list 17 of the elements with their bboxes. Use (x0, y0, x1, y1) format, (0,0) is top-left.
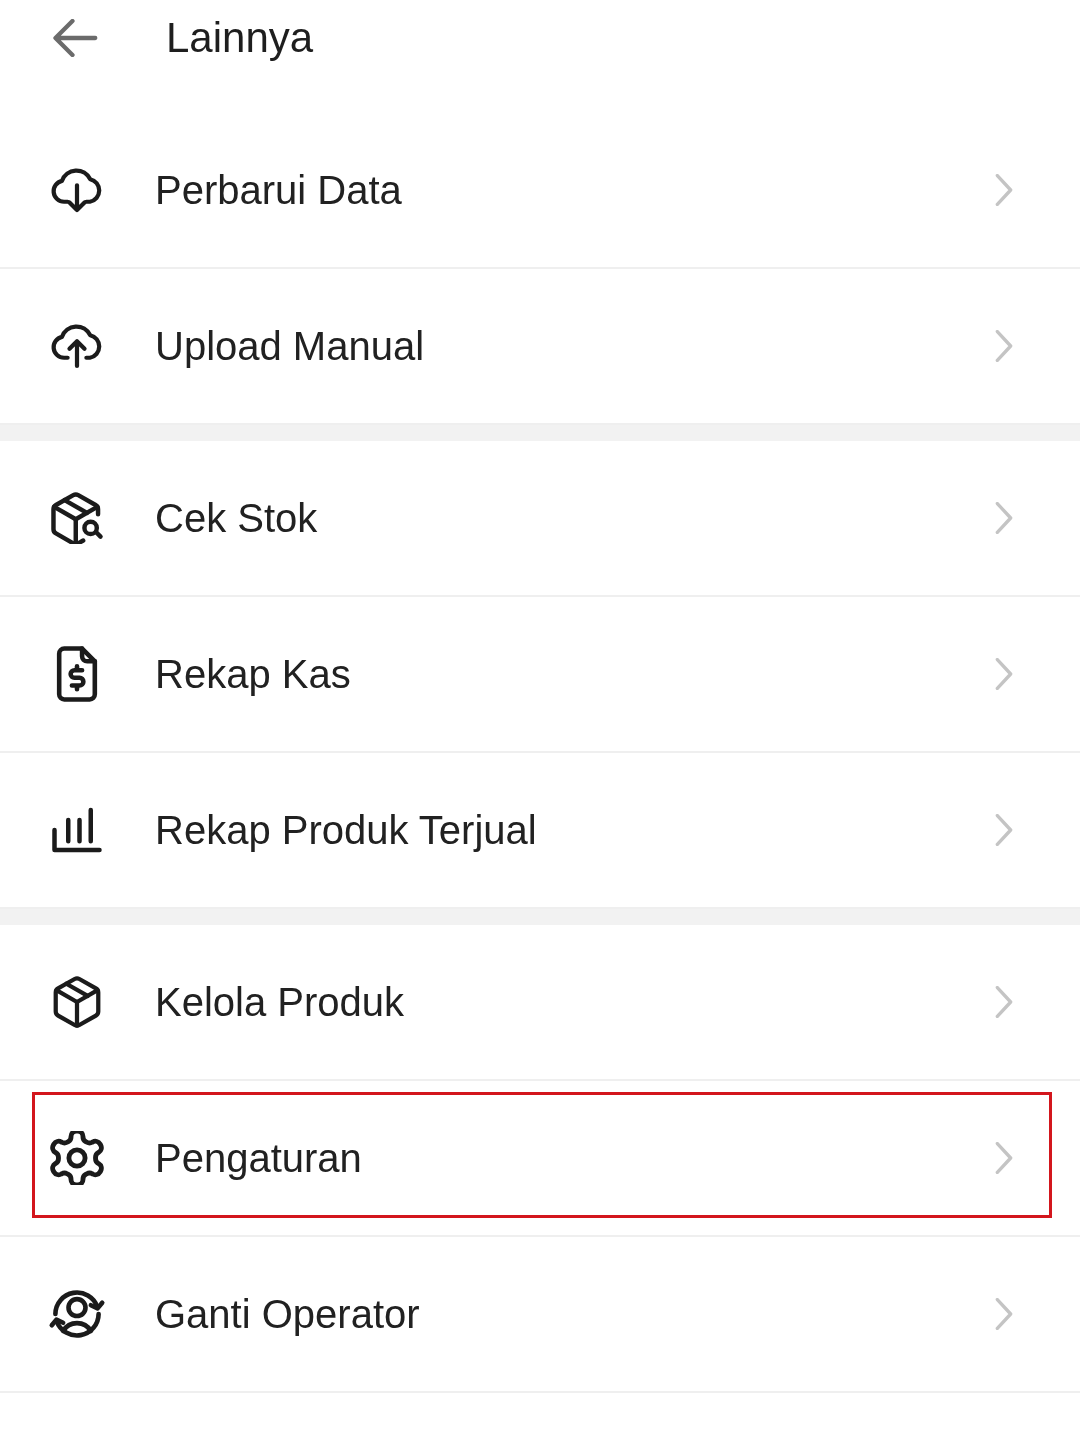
chevron-right-icon (994, 330, 1014, 362)
user-cycle-icon (48, 1287, 106, 1341)
page-title: Lainnya (166, 12, 314, 63)
dollar-file-icon (55, 646, 99, 702)
chevron-right-icon (994, 174, 1014, 206)
chevron-right-icon (994, 1298, 1014, 1330)
chevron-right-icon (994, 986, 1014, 1018)
back-arrow-icon (52, 19, 98, 57)
chevron-right-icon (994, 658, 1014, 690)
back-button[interactable] (50, 16, 100, 60)
bar-chart-icon (52, 806, 102, 854)
package-search-icon (50, 492, 104, 544)
chevron-right-icon (994, 502, 1014, 534)
box-icon (51, 976, 103, 1028)
chevron-right-icon (994, 1142, 1014, 1174)
settings-icon (50, 1131, 104, 1185)
chevron-right-icon (994, 814, 1014, 846)
